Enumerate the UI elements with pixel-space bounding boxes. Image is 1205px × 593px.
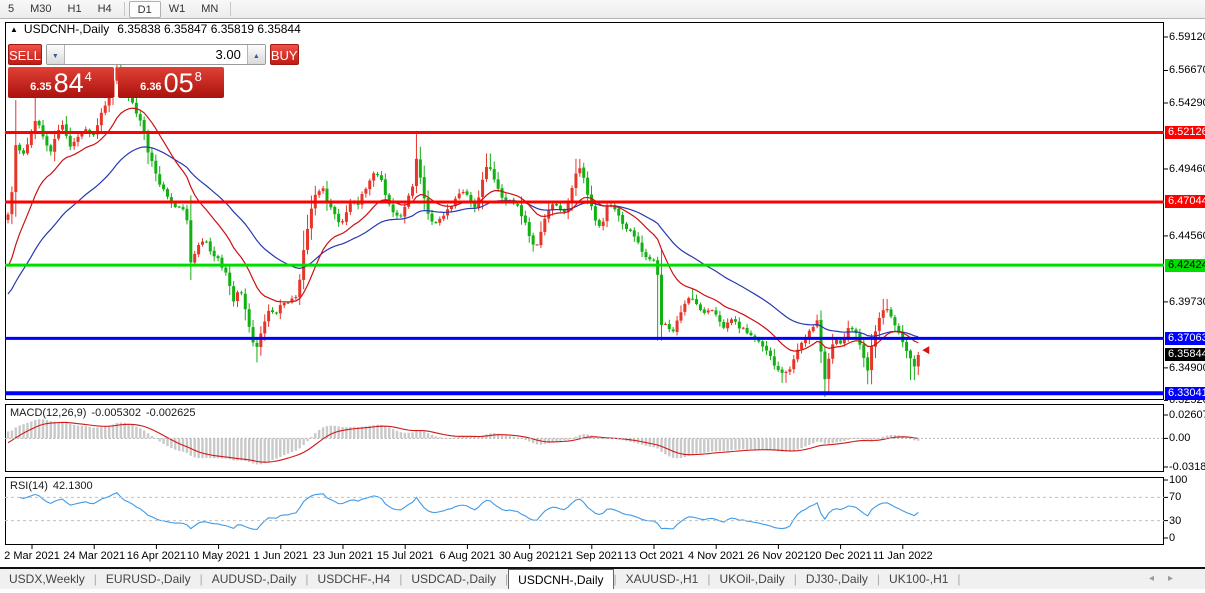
trade-panel: SELL ▼ ▲ BUY 6.35844 6.36058	[8, 44, 224, 98]
chevron-up-icon: ▲	[253, 53, 260, 60]
date-axis-label: 11 Jan 2022	[863, 550, 943, 562]
price-axis-label: 6.56670	[1169, 64, 1205, 76]
rsi-label: RSI(14) 42.1300	[10, 480, 98, 492]
macd-axis-label: 0.02607	[1169, 409, 1205, 421]
price-axis-label: 6.49460	[1169, 163, 1205, 175]
rsi-name: RSI(14)	[10, 480, 48, 492]
price-level-label: 6.47044	[1165, 195, 1205, 208]
price-level-label: 6.52126	[1165, 126, 1205, 139]
tab-separator: |	[957, 569, 960, 589]
sell-price-sup: 4	[85, 69, 92, 84]
chart-title: ▲ USDCNH-,Daily 6.35838 6.35847 6.35819 6.…	[10, 22, 301, 36]
sell-button[interactable]: SELL	[8, 44, 42, 65]
chart-tab-usdx-weekly[interactable]: USDX,Weekly	[0, 569, 94, 589]
price-axis-label: 6.59120	[1169, 31, 1205, 43]
macd-axis-label: -0.03187	[1169, 461, 1205, 473]
macd-name: MACD(12,26,9)	[10, 407, 86, 419]
macd-value-1: -0.005302	[91, 407, 141, 419]
rsi-axis-label: 100	[1169, 474, 1187, 486]
timeframe-button-mn[interactable]: MN	[193, 1, 226, 18]
sell-price-prefix: 6.35	[30, 81, 51, 93]
chart-ohlc-quotes: 6.35838 6.35847 6.35819 6.35844	[117, 22, 301, 36]
price-level-label: 6.33041	[1165, 387, 1205, 400]
chart-canvas[interactable]	[0, 19, 1205, 567]
sell-price-big: 84	[54, 70, 84, 96]
chart-tab-audusd-daily[interactable]: AUDUSD-,Daily	[203, 569, 306, 589]
collapse-triangle-icon[interactable]: ▲	[10, 25, 18, 34]
volume-spinner: ▼ ▲	[46, 44, 266, 65]
toolbar-separator	[124, 2, 125, 16]
volume-decrease-button[interactable]: ▼	[47, 45, 65, 64]
rsi-axis-label: 70	[1169, 491, 1181, 503]
timeframe-button-d1[interactable]: D1	[129, 1, 161, 18]
rsi-value: 42.1300	[53, 480, 93, 492]
macd-axis-label: 0.00	[1169, 432, 1190, 444]
rsi-axis-label: 0	[1169, 532, 1175, 544]
chart-tab-usdcnh-daily[interactable]: USDCNH-,Daily	[508, 569, 613, 589]
current-price-label: 6.35844	[1165, 348, 1205, 361]
chart-tab-bar: ◂▸ USDX,Weekly|EURUSD-,Daily|AUDUSD-,Dai…	[0, 567, 1205, 589]
timeframe-button-5[interactable]: 5	[0, 1, 22, 18]
buy-price-prefix: 6.36	[140, 81, 161, 93]
chevron-down-icon: ▼	[52, 53, 59, 60]
chart-tab-eurusd-daily[interactable]: EURUSD-,Daily	[97, 569, 200, 589]
scroll-left-icon: ◂	[1149, 573, 1168, 584]
volume-increase-button[interactable]: ▲	[247, 45, 265, 64]
buy-price-button[interactable]: 6.36058	[118, 67, 224, 98]
timeframe-button-m30[interactable]: M30	[22, 1, 59, 18]
tab-scroll-arrows[interactable]: ◂▸	[1149, 569, 1187, 589]
chart-tab-uk100-h1[interactable]: UK100-,H1	[880, 569, 957, 589]
timeframe-toolbar: 5M30H1H4 D1W1MN	[0, 0, 1205, 19]
timeframe-button-h4[interactable]: H4	[90, 1, 120, 18]
rsi-axis-label: 30	[1169, 515, 1181, 527]
chart-symbol: USDCNH-,Daily	[24, 22, 109, 36]
macd-value-2: -0.002625	[146, 407, 196, 419]
price-chart-svg	[0, 19, 1205, 593]
buy-button[interactable]: BUY	[270, 44, 299, 65]
chart-tab-usdchf-h4[interactable]: USDCHF-,H4	[309, 569, 400, 589]
price-axis-label: 6.44560	[1169, 230, 1205, 242]
scroll-right-icon: ▸	[1168, 573, 1187, 584]
toolbar-separator	[230, 2, 231, 16]
chart-tab-usdcad-daily[interactable]: USDCAD-,Daily	[402, 569, 505, 589]
price-axis-label: 6.54290	[1169, 97, 1205, 109]
price-level-label: 6.37063	[1165, 332, 1205, 345]
mt4-window: 5M30H1H4 D1W1MN ▲ USDCNH-,Daily 6.35838 6.3…	[0, 0, 1205, 593]
buy-price-big: 05	[164, 70, 194, 96]
sell-price-button[interactable]: 6.35844	[8, 67, 114, 98]
window-bottom-edge	[0, 589, 1205, 593]
price-level-label: 6.42424	[1165, 259, 1205, 272]
chart-tab-dj30-daily[interactable]: DJ30-,Daily	[797, 569, 877, 589]
buy-price-sup: 8	[195, 69, 202, 84]
price-axis-label: 6.34900	[1169, 362, 1205, 374]
timeframe-button-h1[interactable]: H1	[60, 1, 90, 18]
chart-tab-ukoil-daily[interactable]: UKOil-,Daily	[710, 569, 793, 589]
chart-tab-xauusd-h1[interactable]: XAUUSD-,H1	[617, 569, 708, 589]
timeframe-button-w1[interactable]: W1	[161, 1, 194, 18]
volume-input[interactable]	[65, 45, 247, 64]
macd-label: MACD(12,26,9) -0.005302 -0.002625	[10, 407, 201, 419]
price-axis-label: 6.39730	[1169, 296, 1205, 308]
